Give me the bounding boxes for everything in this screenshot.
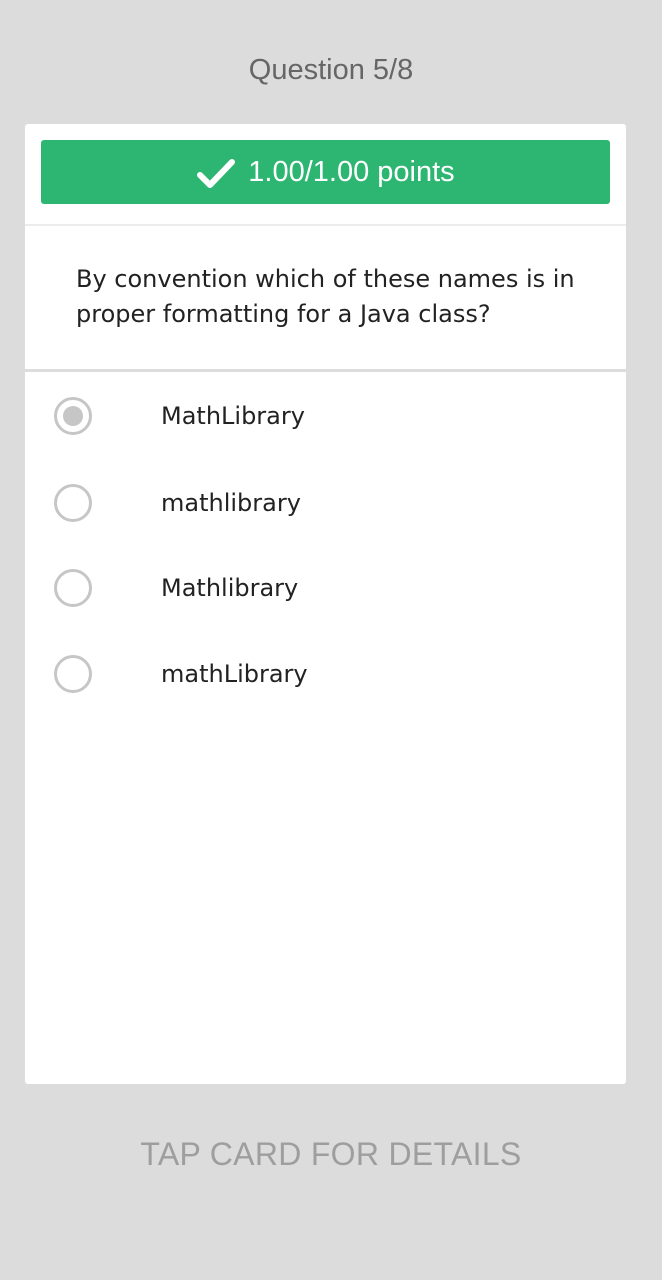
tap-card-hint: TAP CARD FOR DETAILS — [140, 1136, 522, 1172]
question-area: By convention which of these names is in… — [25, 226, 626, 372]
answer-option[interactable]: MathLibrary — [25, 372, 626, 460]
checkmark-icon — [196, 158, 236, 190]
question-card[interactable]: 1.00/1.00 points By convention which of … — [25, 124, 626, 1084]
answer-option[interactable]: Mathlibrary — [25, 546, 626, 632]
answer-options: MathLibrary mathlibrary Mathlibrary math… — [25, 372, 626, 717]
quiz-review-screen: Question 5/8 1.00/1.00 points By convent… — [0, 0, 662, 1280]
score-label: 1.00/1.00 points — [248, 155, 455, 188]
radio-unselected-icon[interactable] — [54, 569, 92, 608]
radio-unselected-icon[interactable] — [54, 654, 92, 693]
answer-option-label: Mathlibrary — [161, 574, 299, 603]
answer-option[interactable]: mathlibrary — [25, 460, 626, 546]
radio-selected-icon[interactable] — [54, 397, 92, 435]
question-text: By convention which of these names is in… — [76, 265, 575, 328]
score-area: 1.00/1.00 points — [25, 124, 626, 226]
answer-option-label: mathLibrary — [161, 659, 308, 688]
answer-option[interactable]: mathLibrary — [25, 631, 626, 717]
question-counter: Question 5/8 — [248, 54, 414, 86]
radio-unselected-icon[interactable] — [54, 483, 92, 522]
answer-option-label: MathLibrary — [161, 402, 305, 430]
answer-option-label: mathlibrary — [161, 488, 301, 517]
score-banner: 1.00/1.00 points — [41, 140, 610, 204]
